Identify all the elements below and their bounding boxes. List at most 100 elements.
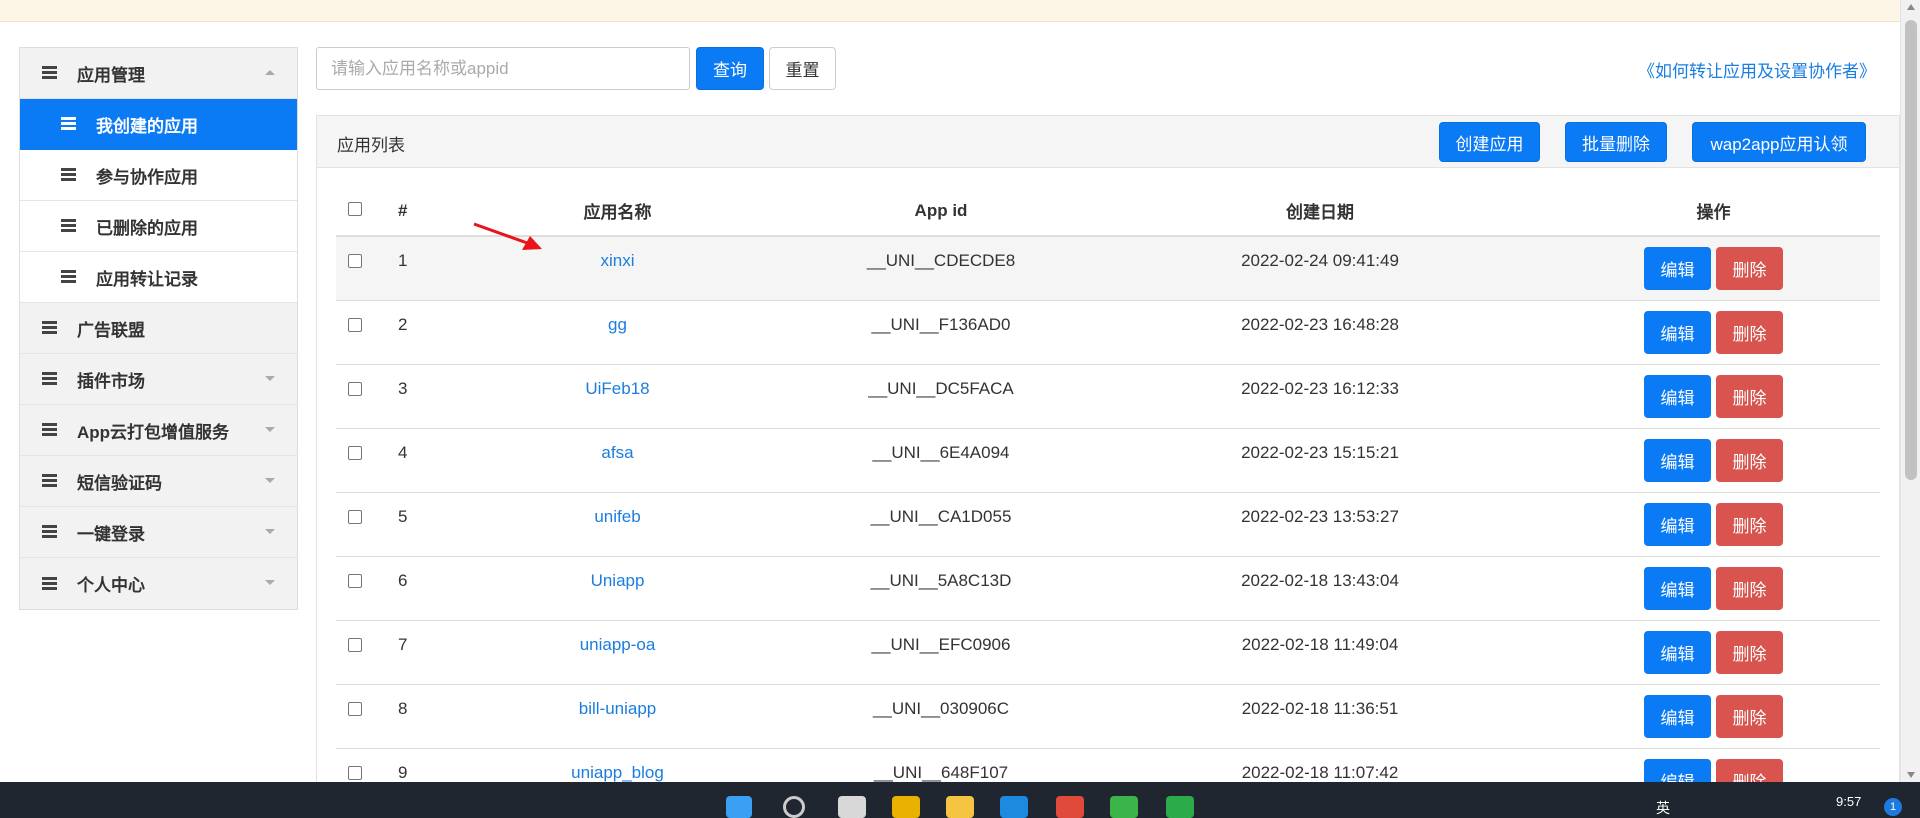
sidebar-item-one-click-login[interactable]: 一键登录: [20, 507, 297, 558]
app-name-link[interactable]: Uniapp: [591, 571, 645, 590]
row-date: 2022-02-23 16:12:33: [1093, 364, 1547, 429]
row-checkbox[interactable]: [348, 573, 362, 588]
transfer-help-link[interactable]: 《如何转让应用及设置协作者》: [1638, 57, 1876, 82]
scroll-up-icon[interactable]: [1907, 4, 1915, 10]
app-name-link[interactable]: unifeb: [594, 507, 640, 526]
row-name-cell: bill-uniapp: [446, 684, 789, 749]
col-header-appid: App id: [789, 186, 1093, 237]
sidebar-item-plugin-market[interactable]: 插件市场: [20, 354, 297, 405]
row-select-cell: [336, 300, 374, 365]
row-ops-cell: 编辑删除: [1547, 300, 1880, 365]
col-header-ops: 操作: [1547, 186, 1880, 237]
green-app-icon[interactable]: [1110, 796, 1138, 818]
edit-button[interactable]: 编辑: [1644, 694, 1711, 738]
select-all-cell: [336, 186, 374, 237]
app-name-link[interactable]: afsa: [601, 443, 633, 462]
app-list-panel: 应用列表 创建应用 批量删除 wap2app应用认领 # 应用名称 App id…: [316, 115, 1900, 818]
row-appid: __UNI__CDECDE8: [789, 236, 1093, 301]
app-name-link[interactable]: bill-uniapp: [579, 699, 657, 718]
delete-button[interactable]: 删除: [1716, 694, 1783, 738]
sidebar-item-transfer-records[interactable]: 应用转让记录: [20, 252, 297, 303]
row-checkbox[interactable]: [348, 765, 362, 780]
sidebar-item-label: 个人中心: [77, 576, 145, 595]
row-checkbox[interactable]: [348, 701, 362, 716]
row-checkbox[interactable]: [348, 317, 362, 332]
row-checkbox[interactable]: [348, 445, 362, 460]
reset-button[interactable]: 重置: [769, 47, 836, 90]
search-input[interactable]: [316, 47, 690, 90]
scroll-down-icon[interactable]: [1907, 772, 1915, 778]
clock-time[interactable]: 9:57: [1836, 794, 1861, 809]
row-name-cell: Uniapp: [446, 556, 789, 621]
row-checkbox[interactable]: [348, 509, 362, 524]
row-appid: __UNI__030906C: [789, 684, 1093, 749]
row-date: 2022-02-24 09:41:49: [1093, 236, 1547, 301]
edit-button[interactable]: 编辑: [1644, 502, 1711, 546]
caret-up-icon: [265, 70, 275, 75]
menu-icon: [42, 66, 58, 80]
select-all-checkbox[interactable]: [348, 201, 362, 216]
search-icon[interactable]: [783, 796, 805, 818]
batch-delete-button[interactable]: 批量删除: [1565, 122, 1667, 162]
sidebar-item-label: 我创建的应用: [96, 116, 198, 136]
delete-button[interactable]: 删除: [1716, 566, 1783, 610]
menu-icon: [42, 474, 58, 488]
delete-button[interactable]: 删除: [1716, 630, 1783, 674]
menu-icon: [61, 117, 77, 131]
scroll-thumb[interactable]: [1905, 20, 1917, 480]
wap2app-claim-button[interactable]: wap2app应用认领: [1692, 122, 1866, 162]
sidebar-item-deleted-apps[interactable]: 已删除的应用: [20, 201, 297, 252]
sidebar-item-my-apps[interactable]: 我创建的应用: [20, 99, 297, 150]
app-name-link[interactable]: uniapp-oa: [580, 635, 656, 654]
app-name-link[interactable]: uniapp_blog: [571, 763, 664, 782]
notification-badge[interactable]: 1: [1884, 798, 1902, 816]
row-date: 2022-02-23 13:53:27: [1093, 492, 1547, 557]
row-ops-cell: 编辑删除: [1547, 620, 1880, 685]
app-icon[interactable]: [892, 796, 920, 818]
sidebar-item-app-management[interactable]: 应用管理: [20, 48, 297, 99]
edit-button[interactable]: 编辑: [1644, 438, 1711, 482]
row-date: 2022-02-23 16:48:28: [1093, 300, 1547, 365]
task-view-icon[interactable]: [838, 796, 866, 818]
row-checkbox[interactable]: [348, 637, 362, 652]
row-date: 2022-02-18 13:43:04: [1093, 556, 1547, 621]
hbuilder-icon[interactable]: [1166, 796, 1194, 818]
edit-button[interactable]: 编辑: [1644, 566, 1711, 610]
sidebar-item-personal-center[interactable]: 个人中心: [20, 558, 297, 609]
menu-icon: [42, 321, 58, 335]
sidebar-item-cloud-packaging[interactable]: App云打包增值服务: [20, 405, 297, 456]
page-scrollbar[interactable]: [1900, 0, 1920, 782]
menu-icon: [61, 219, 77, 233]
folder-icon[interactable]: [946, 796, 974, 818]
create-app-button[interactable]: 创建应用: [1439, 122, 1540, 162]
row-appid: __UNI__5A8C13D: [789, 556, 1093, 621]
caret-down-icon: [265, 478, 275, 483]
delete-button[interactable]: 删除: [1716, 247, 1783, 290]
row-ops-cell: 编辑删除: [1547, 364, 1880, 429]
row-name-cell: UiFeb18: [446, 364, 789, 429]
edge-browser-icon[interactable]: [1000, 796, 1028, 818]
edit-button[interactable]: 编辑: [1644, 374, 1711, 418]
delete-button[interactable]: 删除: [1716, 374, 1783, 418]
table-row: 2 gg __UNI__F136AD0 2022-02-23 16:48:28 编辑 删除: [336, 300, 1880, 365]
windows-start-icon[interactable]: [726, 796, 752, 818]
sidebar-item-ad-alliance[interactable]: 广告联盟: [20, 303, 297, 354]
row-checkbox[interactable]: [348, 381, 362, 396]
sidebar-item-sms-code[interactable]: 短信验证码: [20, 456, 297, 507]
delete-button[interactable]: 删除: [1716, 502, 1783, 546]
app-name-link[interactable]: xinxi: [600, 251, 634, 270]
delete-button[interactable]: 删除: [1716, 310, 1783, 354]
edit-button[interactable]: 编辑: [1644, 630, 1711, 674]
sidebar-item-collab-apps[interactable]: 参与协作应用: [20, 150, 297, 201]
row-checkbox[interactable]: [348, 254, 362, 268]
chrome-browser-icon[interactable]: [1056, 796, 1084, 818]
delete-button[interactable]: 删除: [1716, 438, 1783, 482]
app-name-link[interactable]: gg: [608, 315, 627, 334]
edit-button[interactable]: 编辑: [1644, 247, 1711, 290]
input-language[interactable]: 英: [1656, 798, 1670, 818]
edit-button[interactable]: 编辑: [1644, 310, 1711, 354]
search-button[interactable]: 查询: [696, 47, 764, 90]
table-header-row: # 应用名称 App id 创建日期 操作: [336, 186, 1880, 237]
col-header-date: 创建日期: [1093, 186, 1547, 237]
app-name-link[interactable]: UiFeb18: [585, 379, 649, 398]
